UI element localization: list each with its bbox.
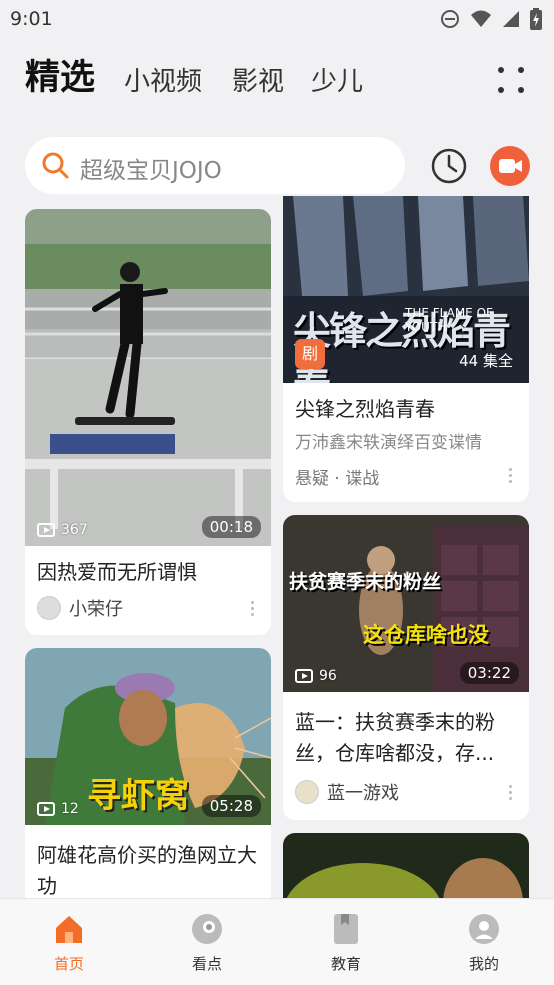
drama-title[interactable]: 尖锋之烈焰青春 <box>295 394 435 425</box>
status-time: 9:01 <box>10 8 53 30</box>
view-count: 367 <box>37 522 88 538</box>
video-card[interactable]: 寻虾窝 12 05:28 阿雄花高价买的渔网立大功 <box>25 648 271 908</box>
search-input[interactable]: 超级宝贝JOJO <box>80 151 222 185</box>
more-grid-icon[interactable] <box>498 67 526 95</box>
top-tabs: 精选 小视频 影视 少儿 <box>0 52 554 108</box>
home-icon <box>56 916 82 943</box>
video-duration: 05:28 <box>201 795 261 817</box>
tab-movies[interactable]: 影视 <box>232 61 284 98</box>
drama-tags: 悬疑 · 谍战 <box>295 469 380 489</box>
drama-subtitle: 万沛鑫宋轶演绎百变谍情 <box>295 433 482 453</box>
video-duration: 00:18 <box>201 516 261 538</box>
battery-icon <box>530 8 542 30</box>
more-options-icon[interactable] <box>509 785 513 803</box>
nav-profile[interactable]: 我的 <box>444 913 524 974</box>
nav-home[interactable]: 首页 <box>29 913 109 974</box>
thumbnail-overlay-text: 这仓库啥也没 <box>363 623 489 647</box>
drama-card[interactable]: 尖锋之烈焰青春 THE FLAME OF YOUTH 剧 44 集全 尖锋之烈焰… <box>283 196 529 502</box>
kandian-icon <box>192 914 222 944</box>
avatar <box>295 780 319 804</box>
view-count: 12 <box>37 801 79 817</box>
bottom-nav: 首页 看点 教育 我的 <box>0 898 554 985</box>
tab-short-video[interactable]: 小视频 <box>124 61 202 98</box>
wifi-icon <box>471 10 491 27</box>
status-icons <box>440 8 542 30</box>
camera-button[interactable] <box>490 146 530 186</box>
video-card[interactable]: 扶贫赛季末的粉丝 这仓库啥也没 96 03:22 蓝一：扶贫赛季末的粉丝，仓库啥… <box>283 515 529 820</box>
nav-label: 看点 <box>191 955 222 973</box>
video-title[interactable]: 阿雄花高价买的渔网立大功 <box>37 840 259 902</box>
poster-subtitle: THE FLAME OF YOUTH <box>405 306 493 334</box>
play-icon <box>295 669 313 683</box>
more-options-icon[interactable] <box>251 601 255 619</box>
search-icon <box>42 152 69 179</box>
search-bar[interactable]: 超级宝贝JOJO <box>25 137 405 194</box>
history-icon[interactable] <box>430 147 468 185</box>
episode-count: 44 集全 <box>459 352 513 370</box>
video-title[interactable]: 蓝一：扶贫赛季末的粉丝，仓库啥都没，存... <box>295 707 523 769</box>
dnd-icon <box>441 10 459 28</box>
tab-featured[interactable]: 精选 <box>25 49 95 100</box>
signal-icon <box>503 11 519 27</box>
video-camera-icon <box>499 159 522 173</box>
avatar <box>37 596 61 620</box>
drama-badge: 剧 <box>295 339 325 369</box>
author-row[interactable]: 小荣仔 <box>37 595 123 621</box>
play-icon <box>37 523 55 537</box>
video-card[interactable]: 367 00:18 因热爱而无所谓惧 小荣仔 <box>25 209 271 635</box>
video-duration: 03:22 <box>459 662 519 684</box>
thumbnail-overlay-text: 扶贫赛季末的粉丝 <box>289 571 442 593</box>
author-name: 小荣仔 <box>69 599 123 620</box>
author-row[interactable]: 蓝一游戏 <box>295 779 399 805</box>
nav-label: 教育 <box>330 955 361 973</box>
tab-kids[interactable]: 少儿 <box>311 61 363 98</box>
drama-poster[interactable]: 尖锋之烈焰青春 THE FLAME OF YOUTH 剧 44 集全 <box>283 196 529 383</box>
more-options-icon[interactable] <box>509 468 513 486</box>
nav-education[interactable]: 教育 <box>306 913 386 974</box>
play-icon <box>37 802 55 816</box>
nav-kandian[interactable]: 看点 <box>167 913 247 974</box>
book-icon <box>334 914 358 944</box>
nav-label: 首页 <box>53 955 84 973</box>
video-thumbnail[interactable]: 扶贫赛季末的粉丝 这仓库啥也没 96 03:22 <box>283 515 529 692</box>
video-thumbnail[interactable]: 寻虾窝 12 05:28 <box>25 648 271 825</box>
thumbnail-overlay-text: 寻虾窝 <box>87 776 189 816</box>
user-icon <box>469 914 499 944</box>
video-title[interactable]: 因热爱而无所谓惧 <box>37 557 197 588</box>
video-thumbnail[interactable]: 367 00:18 <box>25 209 271 546</box>
status-bar: 9:01 <box>0 0 554 38</box>
view-count: 96 <box>295 668 337 684</box>
author-name: 蓝一游戏 <box>327 783 399 804</box>
nav-label: 我的 <box>468 955 499 973</box>
